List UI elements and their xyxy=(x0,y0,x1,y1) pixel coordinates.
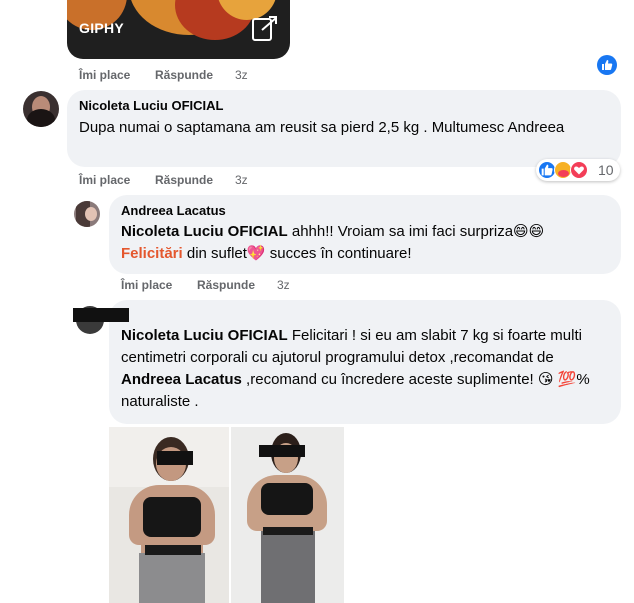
comment-actions: Îmi place Răspunde 3z xyxy=(79,68,279,84)
external-link-icon[interactable] xyxy=(252,14,278,42)
comment-time[interactable]: 3z xyxy=(277,278,290,292)
comment-actions: Îmi place Răspunde 3z xyxy=(121,278,321,294)
comment-text: Dupa numai o saptamana am reusit sa pier… xyxy=(79,119,565,136)
like-link[interactable]: Îmi place xyxy=(121,278,172,292)
felicitari-text: Felicitări xyxy=(121,245,183,262)
mention-link[interactable]: Nicoleta Luciu OFICIAL xyxy=(121,223,288,240)
comment-author[interactable]: Nicoleta Luciu OFICIAL xyxy=(79,98,609,114)
mention-link[interactable]: Nicoleta Luciu OFICIAL xyxy=(121,327,288,344)
comment-text-part: din suflet💖 succes în continuare! xyxy=(182,245,412,262)
reply-link[interactable]: Răspunde xyxy=(197,278,255,292)
comment-bubble: Nicoleta Luciu OFICIAL Dupa numai o sapt… xyxy=(67,90,621,167)
comment-time[interactable]: 3z xyxy=(235,173,248,187)
comment-actions: Îmi place Răspunde 3z xyxy=(79,173,279,189)
comment-text: Nicoleta Luciu OFICIAL Felicitari ! si e… xyxy=(121,325,609,413)
comment-author[interactable]: Andreea Lacatus xyxy=(121,203,609,219)
comment-bubble: Nicoleta Luciu OFICIAL Felicitari ! si e… xyxy=(109,300,621,424)
like-link[interactable]: Îmi place xyxy=(79,173,130,187)
love-icon xyxy=(570,161,588,179)
comment-time[interactable]: 3z xyxy=(235,68,248,82)
reply-link[interactable]: Răspunde xyxy=(155,173,213,187)
mention-link[interactable]: Andreea Lacatus xyxy=(121,371,242,388)
gif-attachment[interactable]: GIPHY xyxy=(67,0,290,59)
redaction-bar xyxy=(73,308,129,322)
photo-attachment[interactable] xyxy=(109,427,344,603)
redaction-bar xyxy=(259,445,305,457)
thumbs-up-icon xyxy=(602,60,613,70)
comment-text: Nicoleta Luciu OFICIAL ahhh!! Vroiam sa … xyxy=(121,221,609,265)
reaction-summary[interactable]: 10 xyxy=(536,159,620,181)
comment-bubble: Andreea Lacatus Nicoleta Luciu OFICIAL a… xyxy=(109,195,621,274)
redaction-bar xyxy=(157,451,193,465)
reaction-count: 10 xyxy=(598,162,614,178)
like-reaction-badge[interactable] xyxy=(597,55,617,75)
avatar[interactable] xyxy=(74,201,100,227)
like-link[interactable]: Îmi place xyxy=(79,68,130,82)
avatar[interactable] xyxy=(23,91,59,127)
giphy-label: GIPHY xyxy=(79,20,125,36)
comment-text-part: ahhh!! Vroiam sa imi faci surpriza😄😄 xyxy=(287,223,545,240)
reply-link[interactable]: Răspunde xyxy=(155,68,213,82)
